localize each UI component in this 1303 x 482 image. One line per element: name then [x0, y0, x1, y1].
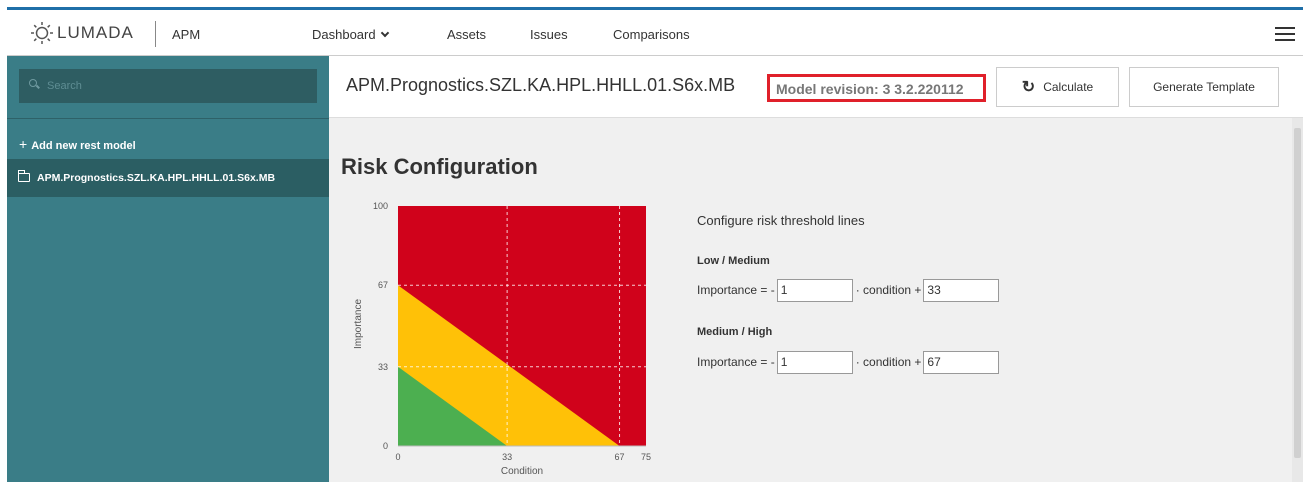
nav-assets[interactable]: Assets: [447, 27, 486, 42]
search-box[interactable]: [19, 69, 317, 103]
add-new-rest-model-button[interactable]: + Add new rest model: [19, 136, 136, 152]
risk-chart: 0 33 67 75 0 33 67 100 Importance Condition: [353, 201, 651, 477]
x-tick-label-3: 75: [641, 452, 651, 462]
config-heading: Configure risk threshold lines: [697, 213, 865, 228]
calculate-label: Calculate: [1043, 80, 1094, 94]
add-model-label: Add new rest model: [31, 140, 136, 152]
logo-divider: [155, 21, 156, 47]
section-title: Risk Configuration: [341, 154, 538, 179]
nav-issues[interactable]: Issues: [530, 27, 568, 42]
vertical-scrollbar[interactable]: [1292, 118, 1303, 482]
plus-icon: +: [19, 136, 28, 152]
medium-high-mid: · condition +: [855, 355, 922, 369]
medium-high-slope-input[interactable]: [776, 350, 853, 374]
app-name[interactable]: APM: [172, 27, 200, 42]
calculate-button[interactable]: ↻ Calculate: [996, 67, 1119, 107]
chart-xlabel: Condition: [501, 466, 543, 477]
lumada-sun-icon: [31, 22, 53, 44]
search-input[interactable]: [47, 69, 307, 103]
y-tick-label-2: 67: [378, 280, 388, 290]
low-medium-slope-input[interactable]: [776, 278, 853, 302]
sidebar-divider: [7, 118, 329, 119]
nav-comparisons[interactable]: Comparisons: [613, 27, 690, 42]
low-medium-equation: Importance = - · condition +: [697, 278, 1000, 302]
medium-high-equation: Importance = - · condition +: [697, 350, 1000, 374]
low-medium-intercept-input[interactable]: [923, 278, 1000, 302]
main-header: APM.Prognostics.SZL.KA.HPL.HHLL.01.S6x.M…: [329, 56, 1303, 118]
nav-dashboard[interactable]: Dashboard: [312, 27, 389, 42]
folder-icon: [17, 170, 30, 182]
main-content: APM.Prognostics.SZL.KA.HPL.HHLL.01.S6x.M…: [329, 56, 1303, 482]
x-tick-label-1: 33: [502, 452, 512, 462]
top-navigation-bar: LUMADA APM Dashboard Assets Issues Compa…: [7, 7, 1303, 56]
chart-ylabel: Importance: [353, 299, 364, 349]
low-medium-mid: · condition +: [855, 283, 922, 297]
low-medium-prefix: Importance = -: [697, 283, 775, 297]
x-tick-label-0: 0: [395, 452, 400, 462]
y-tick-label-3: 100: [373, 201, 388, 211]
nav-dashboard-label: Dashboard: [312, 27, 376, 42]
sidebar-item-label: APM.Prognostics.SZL.KA.HPL.HHLL.01.S6x.M…: [37, 172, 276, 184]
refresh-icon: ↻: [1021, 79, 1036, 96]
low-medium-label: Low / Medium: [697, 255, 770, 267]
scrollbar-thumb[interactable]: [1294, 128, 1301, 458]
y-tick-label-0: 0: [383, 441, 388, 451]
model-revision: Model revision: 3 3.2.220112: [767, 74, 986, 102]
search-icon: [29, 79, 37, 87]
logo-text: LUMADA: [57, 23, 134, 42]
chevron-down-icon: [380, 28, 389, 38]
medium-high-prefix: Importance = -: [697, 355, 775, 369]
hamburger-menu-icon[interactable]: [1275, 27, 1295, 41]
x-tick-label-2: 67: [615, 452, 625, 462]
y-tick-label-1: 33: [378, 362, 388, 372]
medium-high-label: Medium / High: [697, 326, 773, 338]
sidebar-item-model[interactable]: APM.Prognostics.SZL.KA.HPL.HHLL.01.S6x.M…: [7, 159, 329, 197]
sidebar: +Add new rest model APM.Prognostics.SZL.…: [7, 56, 329, 482]
medium-high-intercept-input[interactable]: [923, 350, 1000, 374]
model-title: APM.Prognostics.SZL.KA.HPL.HHLL.01.S6x.M…: [346, 75, 736, 95]
lumada-logo[interactable]: LUMADA: [30, 20, 134, 46]
generate-template-button[interactable]: Generate Template: [1129, 67, 1279, 107]
